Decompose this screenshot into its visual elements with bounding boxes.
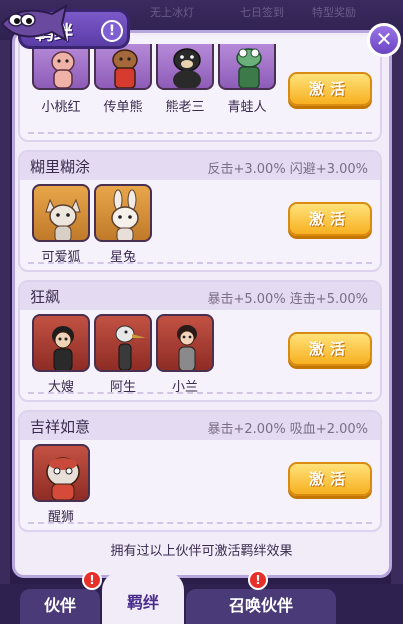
tab-partner[interactable]: 伙伴 <box>20 589 100 624</box>
bond-card-1: 糊里糊涂 反击+3.00% 闪避+3.00% 可爱狐 星兔 激活 <box>18 150 382 272</box>
card-header: 狂飙 暴击+5.00% 连击+5.00% <box>20 282 380 310</box>
partner-name: 小桃红 <box>41 100 81 115</box>
footer-note: 拥有过以上伙伴可激活羁绊效果 <box>110 544 293 559</box>
bond-name: 吉祥如意 <box>30 418 91 436</box>
partner-name: 熊老三 <box>165 100 205 115</box>
bond-bonus: 暴击+2.00% 吸血+2.00% <box>207 422 368 437</box>
lion-dance-icon <box>46 457 80 500</box>
portrait-keaihu[interactable] <box>32 184 90 242</box>
bond-card-2: 狂飙 暴击+5.00% 连击+5.00% 大嫂 阿生 小兰 激活 <box>18 280 382 402</box>
portrait-qingwaren[interactable] <box>218 44 276 90</box>
bond-name: 糊里糊涂 <box>30 158 91 176</box>
tab-bond[interactable]: 羁绊 <box>102 572 184 624</box>
bond-name: 狂飙 <box>30 288 61 306</box>
bond-bonus: 暴击+5.00% 连击+5.00% <box>207 292 368 307</box>
card-header: 吉祥如意 暴击+2.00% 吸血+2.00% <box>20 412 380 440</box>
lady-character-icon <box>52 326 74 370</box>
partner-name: 青蛙人 <box>227 100 267 115</box>
bond-bonus: 反击+3.00% 闪避+3.00% <box>207 162 368 177</box>
background-left-strip <box>0 40 10 600</box>
bg-event-label-2: 七日签到 <box>240 6 284 19</box>
title-info-icon[interactable]: ! <box>101 20 123 42</box>
divider <box>28 522 372 524</box>
divider <box>28 392 372 394</box>
partner-name: 传单熊 <box>103 100 143 115</box>
bg-event-label-1: 无上冰灯 <box>150 6 194 19</box>
portrait-asheng[interactable] <box>94 314 152 372</box>
close-button[interactable]: ✕ <box>367 23 401 57</box>
portrait-xiaolan[interactable] <box>156 314 214 372</box>
bg-event-label-3: 特型奖励 <box>312 6 356 19</box>
portrait-xionglaosan[interactable] <box>156 44 214 90</box>
background-right-strip <box>391 40 403 600</box>
activate-button[interactable]: 激活 <box>288 462 372 496</box>
tab-summon[interactable]: 召唤伙伴 <box>186 589 336 624</box>
portrait-xingtu[interactable] <box>94 184 152 242</box>
divider <box>28 262 372 264</box>
portrait-chuandanxiong[interactable] <box>94 44 152 90</box>
portrait-xingshi[interactable] <box>32 444 90 502</box>
bond-card-0: 小桃红 传单熊 熊老三 青蛙人 激活 <box>18 36 382 142</box>
frog-man-icon <box>236 48 262 88</box>
partner-alert-icon: ! <box>82 570 102 590</box>
portrait-xiaotaohong[interactable] <box>32 44 90 90</box>
cute-fox-icon <box>45 198 81 240</box>
summon-alert-icon: ! <box>248 570 268 590</box>
black-bear-icon <box>173 48 201 88</box>
divider <box>28 132 372 134</box>
activate-button[interactable]: 激活 <box>288 202 372 236</box>
fish-mascot-icon <box>0 4 68 43</box>
brown-bear-icon <box>112 49 138 88</box>
crane-man-icon <box>115 325 146 370</box>
girl-character-icon <box>177 325 197 370</box>
activate-button[interactable]: 激活 <box>288 332 372 366</box>
activate-button[interactable]: 激活 <box>288 72 372 106</box>
star-rabbit-icon <box>111 189 139 240</box>
pink-bear-icon <box>51 51 75 88</box>
bond-card-3: 吉祥如意 暴击+2.00% 吸血+2.00% 醒狮 激活 <box>18 410 382 532</box>
card-header: 糊里糊涂 反击+3.00% 闪避+3.00% <box>20 152 380 180</box>
portrait-dasao[interactable] <box>32 314 90 372</box>
